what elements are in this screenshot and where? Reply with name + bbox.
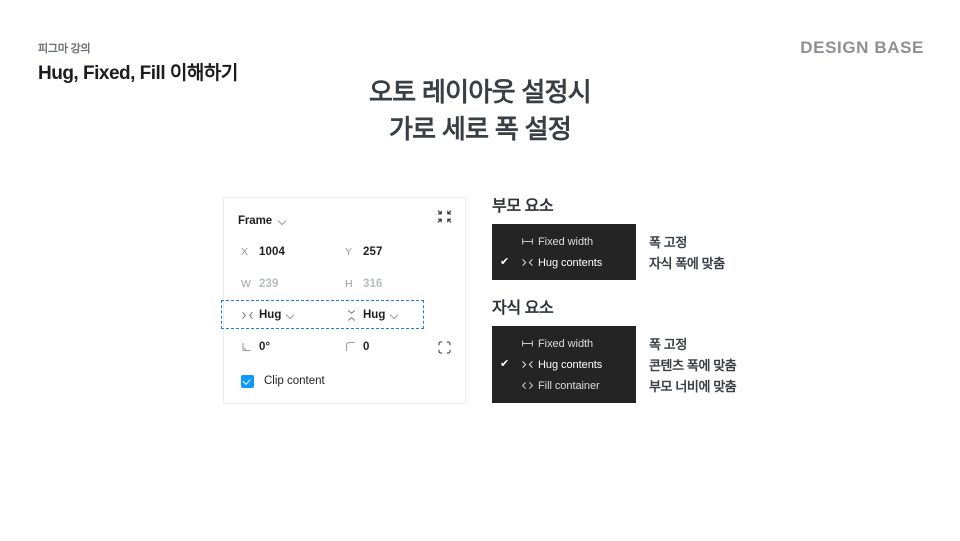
frame-type-label[interactable]: Frame <box>238 215 272 227</box>
y-label: Y <box>345 246 353 258</box>
child-section-title: 자식 요소 <box>492 300 554 317</box>
child-resizing-menu: Fixed width ✔ Hug contents Fill containe… <box>492 326 636 404</box>
menu-item-label: Hug contents <box>538 358 603 371</box>
child-element-section: 자식 요소 Fixed width ✔ Hug contents Fill co… <box>492 299 737 404</box>
chevron-down-icon[interactable] <box>278 217 287 226</box>
vertical-resizing-value-group[interactable]: Hug <box>363 309 399 321</box>
height-value[interactable]: 316 <box>363 278 383 290</box>
figma-properties-panel: Frame X 1004 Y 257 W 239 H 316 Hug Hug 0… <box>221 197 466 404</box>
fill-container-icon <box>516 379 538 392</box>
y-value[interactable]: 257 <box>363 246 383 258</box>
note-fill-container: 부모 너비에 맞춤 <box>649 379 737 395</box>
check-icon: ✔ <box>500 256 510 269</box>
rotation-radius-row: 0° 0 <box>224 334 465 360</box>
position-row: X 1004 Y 257 <box>224 239 465 265</box>
x-field[interactable]: X 1004 <box>241 246 345 258</box>
brand-logo: DESIGN BASE <box>800 38 924 57</box>
fixed-width-icon <box>516 337 538 350</box>
clip-content-checkbox[interactable] <box>241 374 254 388</box>
parent-element-section: 부모 요소 Fixed width ✔ Hug contents 폭 고정 자식… <box>492 197 725 281</box>
height-label: H <box>345 278 353 290</box>
menu-item-label: Fixed width <box>538 337 594 350</box>
rotation-value[interactable]: 0° <box>259 341 270 353</box>
panel-header-row: Frame <box>224 208 465 234</box>
note-fixed-width: 폭 고정 <box>649 235 687 251</box>
hug-contents-icon <box>516 358 538 371</box>
child-section-notes: 폭 고정 콘텐츠 폭에 맞춤 부모 너비에 맞춤 <box>649 326 737 396</box>
parent-section-notes: 폭 고정 자식 폭에 맞춤 <box>649 224 725 273</box>
clip-content-row[interactable]: Clip content <box>224 368 465 394</box>
parent-resizing-menu: Fixed width ✔ Hug contents <box>492 224 636 281</box>
horizontal-resizing-value-group[interactable]: Hug <box>259 309 295 321</box>
collapse-icon[interactable] <box>437 209 452 224</box>
y-field[interactable]: Y 257 <box>345 246 449 258</box>
menu-item-hug-contents[interactable]: ✔ Hug contents <box>492 252 636 273</box>
height-field[interactable]: H 316 <box>345 278 449 290</box>
menu-item-label: Fill container <box>538 379 600 392</box>
corner-radius-icon <box>345 341 363 353</box>
width-field[interactable]: W 239 <box>241 278 345 290</box>
hug-contents-horizontal-icon <box>241 309 259 322</box>
menu-item-fixed-width[interactable]: Fixed width <box>492 333 636 354</box>
clip-content-label: Clip content <box>264 375 325 387</box>
note-hug-contents: 자식 폭에 맞춤 <box>649 256 725 272</box>
menu-item-label: Fixed width <box>538 235 594 248</box>
parent-section-body: Fixed width ✔ Hug contents 폭 고정 자식 폭에 맞춤 <box>492 224 725 281</box>
page-title: 오토 레이아웃 설정시 가로 세로 폭 설정 <box>0 74 960 148</box>
parent-section-title: 부모 요소 <box>492 198 554 215</box>
page-title-line-1: 오토 레이아웃 설정시 <box>368 77 592 107</box>
size-row: W 239 H 316 <box>224 271 465 297</box>
corner-radius-value[interactable]: 0 <box>363 341 370 353</box>
hug-contents-icon <box>516 256 538 269</box>
rotation-field[interactable]: 0° <box>241 341 345 353</box>
independent-corners-icon[interactable] <box>438 340 451 354</box>
vertical-resizing-field[interactable]: Hug <box>345 309 449 322</box>
width-value[interactable]: 239 <box>259 278 279 290</box>
fixed-width-icon <box>516 235 538 248</box>
eyebrow-text: 피그마 강의 <box>38 43 91 55</box>
child-section-body: Fixed width ✔ Hug contents Fill containe… <box>492 326 737 404</box>
chevron-down-icon[interactable] <box>286 311 295 320</box>
x-label: X <box>241 246 249 258</box>
width-label: W <box>241 278 251 290</box>
menu-item-fill-container[interactable]: Fill container <box>492 375 636 396</box>
note-fixed-width: 폭 고정 <box>649 337 687 353</box>
hug-contents-vertical-icon <box>345 309 363 322</box>
chevron-down-icon[interactable] <box>390 311 399 320</box>
menu-item-hug-contents[interactable]: ✔ Hug contents <box>492 354 636 375</box>
menu-item-fixed-width[interactable]: Fixed width <box>492 231 636 252</box>
menu-item-label: Hug contents <box>538 256 603 269</box>
corner-radius-field[interactable]: 0 <box>345 341 449 353</box>
vertical-resizing-value[interactable]: Hug <box>363 309 385 321</box>
horizontal-resizing-value[interactable]: Hug <box>259 309 281 321</box>
note-hug-contents: 콘텐츠 폭에 맞춤 <box>649 358 737 374</box>
check-icon: ✔ <box>500 358 510 371</box>
page-title-line-2: 가로 세로 폭 설정 <box>388 113 572 144</box>
horizontal-resizing-field[interactable]: Hug <box>241 309 345 322</box>
resizing-row: Hug Hug <box>224 302 465 328</box>
rotation-angle-icon <box>241 341 259 353</box>
x-value[interactable]: 1004 <box>259 246 285 258</box>
